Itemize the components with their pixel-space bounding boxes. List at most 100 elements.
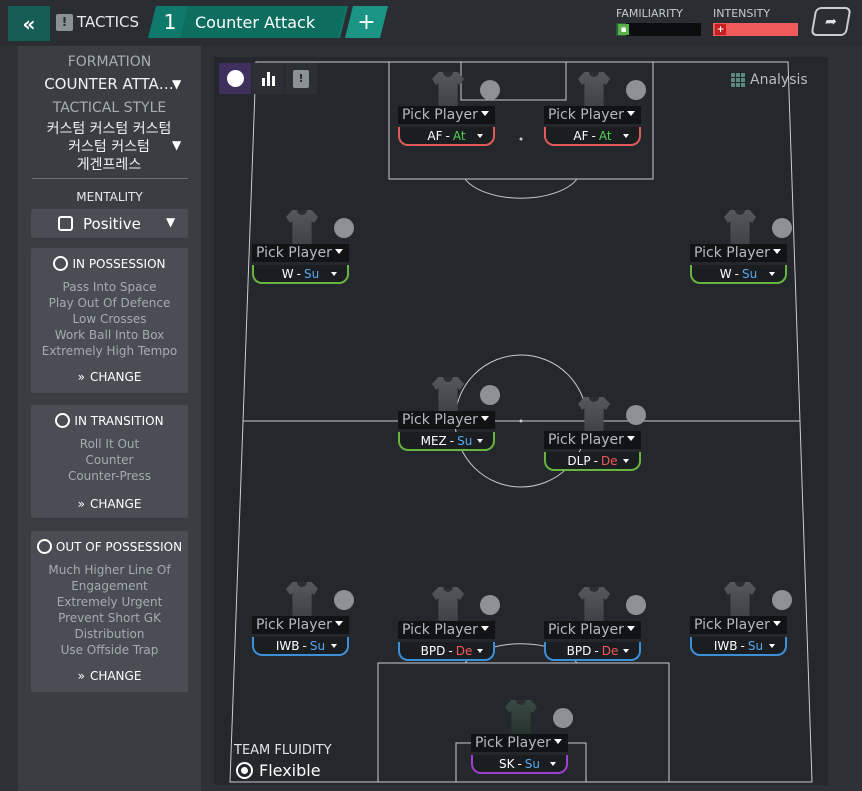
pick-player-dropdown[interactable]: Pick Player: [252, 244, 349, 262]
shirt-icon: [286, 210, 318, 248]
dropdown-arrow-icon: [769, 272, 775, 276]
pick-player-label: Pick Player: [402, 622, 478, 638]
pick-player-dropdown[interactable]: Pick Player: [690, 616, 787, 634]
role-label: SK: [498, 756, 515, 771]
role-selector[interactable]: AF - At: [544, 127, 641, 146]
dropdown-arrow-icon: [627, 436, 635, 441]
dropdown-arrow-icon: [769, 644, 775, 648]
player-slot-bpd-left[interactable]: Pick Player BPD - De: [398, 587, 500, 667]
duty-label: Su: [747, 638, 764, 653]
dropdown-arrow-icon: [623, 649, 629, 653]
dropdown-arrow-icon: [335, 621, 343, 626]
duty-label: Su: [741, 266, 758, 281]
player-bubble: [480, 80, 500, 100]
dropdown-arrow-icon: [481, 416, 489, 421]
dropdown-arrow-icon: [331, 272, 337, 276]
dropdown-arrow-icon: [623, 459, 629, 463]
top-penalty-arc: [464, 178, 578, 199]
player-bubble: [553, 708, 573, 728]
pick-player-label: Pick Player: [475, 735, 551, 751]
pick-player-dropdown[interactable]: Pick Player: [398, 411, 495, 429]
pick-player-dropdown[interactable]: Pick Player: [544, 106, 641, 124]
dropdown-arrow-icon: [627, 626, 635, 631]
player-slot-af-right[interactable]: Pick Player AF - At: [544, 72, 646, 152]
pick-player-dropdown[interactable]: Pick Player: [471, 734, 568, 752]
player-bubble: [480, 595, 500, 615]
shirt-icon: [286, 582, 318, 620]
player-slot-dlp[interactable]: Pick Player DLP - De: [544, 397, 646, 477]
role-sep: -: [740, 638, 745, 653]
player-slot-af-left[interactable]: Pick Player AF - At: [398, 72, 500, 152]
pick-player-dropdown[interactable]: Pick Player: [544, 621, 641, 639]
role-selector[interactable]: MEZ - Su: [398, 432, 495, 451]
role-label: BPD: [420, 643, 446, 658]
role-selector[interactable]: IWB - Su: [690, 637, 787, 656]
player-bubble: [626, 80, 646, 100]
role-selector[interactable]: W - Su: [252, 265, 349, 284]
duty-label: Su: [309, 638, 326, 653]
player-bubble: [480, 385, 500, 405]
role-label: IWB: [275, 638, 300, 653]
tab-player-view[interactable]: [219, 63, 251, 94]
shirt-icon: [432, 377, 464, 415]
keeper-shirt-icon: [505, 700, 537, 738]
team-fluidity-selector[interactable]: Flexible: [236, 761, 321, 780]
duty-label: De: [601, 643, 619, 658]
role-sep: -: [594, 643, 599, 658]
role-label: W: [719, 266, 732, 281]
player-slot-mez[interactable]: Pick Player MEZ - Su: [398, 377, 500, 457]
player-slot-sk[interactable]: Pick Player SK - Su: [471, 700, 573, 780]
role-sep: -: [302, 638, 307, 653]
role-sep: -: [734, 266, 739, 281]
player-slot-bpd-right[interactable]: Pick Player BPD - De: [544, 587, 646, 667]
person-icon: [226, 70, 244, 87]
pick-player-dropdown[interactable]: Pick Player: [252, 616, 349, 634]
role-selector[interactable]: BPD - De: [398, 642, 495, 661]
analysis-button[interactable]: Analysis: [731, 66, 808, 94]
pick-player-label: Pick Player: [402, 107, 478, 123]
pick-player-label: Pick Player: [694, 245, 770, 261]
dropdown-arrow-icon: [481, 626, 489, 631]
pick-player-dropdown[interactable]: Pick Player: [398, 621, 495, 639]
role-selector[interactable]: BPD - De: [544, 642, 641, 661]
bar-chart-icon: [261, 71, 275, 86]
player-slot-w-left[interactable]: Pick Player W - Su: [252, 210, 354, 290]
pick-player-dropdown[interactable]: Pick Player: [690, 244, 787, 262]
duty-label: At: [452, 128, 466, 143]
dropdown-arrow-icon: [554, 739, 562, 744]
pick-player-label: Pick Player: [548, 107, 624, 123]
player-slot-iwb-left[interactable]: Pick Player IWB - Su: [252, 582, 354, 662]
role-label: BPD: [566, 643, 592, 658]
role-selector[interactable]: W - Su: [690, 265, 787, 284]
role-sep: -: [449, 433, 455, 448]
shirt-icon: [432, 72, 464, 110]
tab-stats-view[interactable]: [252, 63, 284, 94]
role-selector[interactable]: DLP - De: [544, 452, 641, 471]
grid-icon: [731, 73, 745, 87]
pick-player-label: Pick Player: [256, 617, 332, 633]
penalty-spot: [519, 137, 523, 141]
role-selector[interactable]: IWB - Su: [252, 637, 349, 656]
role-sep: -: [591, 128, 596, 143]
role-label: W: [281, 266, 294, 281]
player-bubble: [334, 218, 354, 238]
pick-player-dropdown[interactable]: Pick Player: [544, 431, 641, 449]
pick-player-label: Pick Player: [256, 245, 332, 261]
player-bubble: [334, 590, 354, 610]
role-selector[interactable]: AF - At: [398, 127, 495, 146]
tab-info-view[interactable]: !: [285, 63, 317, 94]
duty-label: At: [598, 128, 612, 143]
player-slot-w-right[interactable]: Pick Player W - Su: [690, 210, 792, 290]
team-fluidity-value: Flexible: [259, 761, 321, 780]
pitch-view-tabs: !: [219, 63, 317, 94]
shirt-icon: [578, 397, 610, 435]
role-label: MEZ: [420, 433, 447, 448]
duty-label: De: [600, 453, 618, 468]
player-slot-iwb-right[interactable]: Pick Player IWB - Su: [690, 582, 792, 662]
role-label: AF: [427, 128, 443, 143]
pick-player-dropdown[interactable]: Pick Player: [398, 106, 495, 124]
target-icon: [236, 762, 253, 779]
dropdown-arrow-icon: [335, 249, 343, 254]
role-selector[interactable]: SK - Su: [471, 755, 568, 774]
dropdown-arrow-icon: [477, 134, 483, 138]
